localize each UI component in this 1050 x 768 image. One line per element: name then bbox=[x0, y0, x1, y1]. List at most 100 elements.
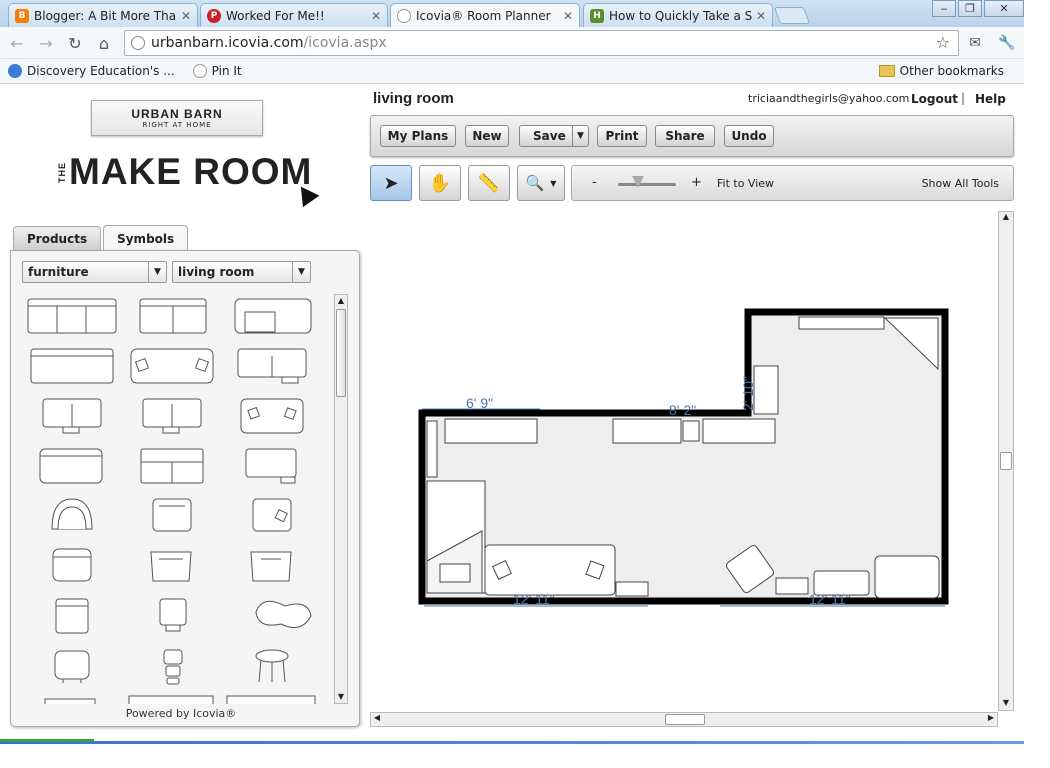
armchair-pillow-symbol[interactable] bbox=[252, 498, 292, 532]
url-input[interactable]: urbanbarn.icovia.com /icovia.aspx ☆ bbox=[124, 30, 959, 56]
sofa-two-seat-symbol[interactable] bbox=[139, 298, 207, 334]
sofa-long-symbol[interactable] bbox=[30, 348, 114, 384]
scroll-up-icon[interactable]: ▲ bbox=[335, 295, 347, 307]
logout-link[interactable]: Logout bbox=[911, 92, 958, 106]
zoom-slider-track[interactable] bbox=[618, 183, 676, 186]
sideboard-top[interactable] bbox=[444, 418, 538, 444]
zoom-in-button[interactable]: + bbox=[691, 175, 702, 190]
home-icon[interactable]: ⌂ bbox=[93, 32, 115, 54]
wall-shelf[interactable] bbox=[426, 420, 438, 478]
wingback-chair-symbol[interactable] bbox=[150, 551, 192, 582]
star-icon[interactable]: ☆ bbox=[936, 33, 950, 52]
zoom-out-button[interactable]: - bbox=[592, 175, 597, 190]
browser-tab-pinterest[interactable]: P Worked For Me!! ✕ bbox=[200, 3, 388, 27]
room-select[interactable]: living room ▼ bbox=[172, 261, 311, 283]
scroll-up-icon[interactable]: ▲ bbox=[999, 212, 1013, 224]
chevron-down-icon[interactable]: ▼ bbox=[572, 126, 588, 146]
chevron-down-icon[interactable]: ▼ bbox=[292, 262, 310, 282]
round-table-symbol[interactable] bbox=[255, 649, 289, 683]
sofa-arm-symbol[interactable] bbox=[39, 448, 103, 484]
zoom-tool-button[interactable]: 🔍 ▼ bbox=[517, 165, 565, 201]
square-cabinet[interactable] bbox=[874, 555, 940, 599]
forward-arrow-icon[interactable]: → bbox=[35, 32, 57, 54]
scroll-right-icon[interactable]: ▶ bbox=[985, 713, 997, 726]
browser-tab-blogger[interactable]: B Blogger: A Bit More Than A Jo ✕ bbox=[8, 3, 198, 27]
sofa-box-symbol[interactable] bbox=[140, 448, 204, 484]
gmail-icon[interactable]: ✉ bbox=[964, 32, 986, 54]
tab-products[interactable]: Products bbox=[13, 226, 102, 250]
show-all-tools-button[interactable]: Show All Tools bbox=[922, 177, 999, 190]
print-button[interactable]: Print bbox=[597, 125, 647, 147]
bookmark-pinit[interactable]: Pin It bbox=[192, 64, 242, 78]
scroll-thumb[interactable] bbox=[665, 714, 705, 725]
side-chair-wall[interactable] bbox=[753, 365, 779, 415]
fit-to-view-button[interactable]: Fit to View bbox=[717, 177, 774, 190]
minimize-button[interactable]: ‒ bbox=[932, 0, 956, 17]
other-bookmarks[interactable]: Other bookmarks bbox=[878, 64, 1004, 78]
console-table[interactable] bbox=[702, 418, 776, 444]
desk[interactable] bbox=[612, 418, 682, 444]
undo-button[interactable]: Undo bbox=[724, 125, 774, 147]
ottoman[interactable] bbox=[615, 581, 649, 597]
canvas-vertical-scrollbar[interactable]: ▲ ▼ bbox=[998, 211, 1014, 711]
window-close-button[interactable]: ✕ bbox=[984, 0, 1024, 17]
loveseat-small-symbol[interactable] bbox=[42, 398, 102, 434]
canvas-horizontal-scrollbar[interactable]: ◀ ▶ bbox=[370, 712, 998, 727]
close-icon[interactable]: ✕ bbox=[181, 9, 191, 23]
scroll-down-icon[interactable]: ▼ bbox=[335, 691, 347, 703]
small-chair-symbol[interactable] bbox=[159, 598, 187, 632]
category-select[interactable]: furniture ▼ bbox=[22, 261, 167, 283]
tab-symbols[interactable]: Symbols bbox=[103, 225, 189, 251]
club-chair-symbol[interactable] bbox=[52, 548, 92, 582]
browser-tab-wikihow[interactable]: H How to Quickly Take a Screen ✕ bbox=[583, 3, 773, 27]
bed-pillow[interactable] bbox=[439, 563, 471, 583]
new-tab-button[interactable] bbox=[773, 7, 811, 24]
loveseat-medium-symbol[interactable] bbox=[142, 398, 202, 434]
scroll-left-icon[interactable]: ◀ bbox=[371, 713, 383, 726]
chevron-down-icon[interactable]: ▼ bbox=[550, 179, 556, 188]
close-icon[interactable]: ✕ bbox=[563, 9, 573, 23]
sectional-sofa-symbol[interactable] bbox=[234, 298, 312, 334]
tub-chair-symbol[interactable] bbox=[51, 498, 93, 530]
back-arrow-icon[interactable]: ← bbox=[6, 32, 28, 54]
square-chair-symbol[interactable] bbox=[55, 598, 89, 634]
armchair-symbol[interactable] bbox=[152, 498, 192, 532]
floorplan-canvas[interactable]: 6' 9" 8' 2" 2' 10" 12' 11" 12' 11" bbox=[370, 211, 1000, 711]
lounge-chair-symbol[interactable] bbox=[54, 650, 90, 683]
powered-by-text[interactable]: Powered by Icovia® bbox=[11, 707, 351, 720]
symbol-list-scrollbar[interactable]: ▲ ▼ bbox=[334, 294, 348, 704]
scroll-thumb[interactable] bbox=[1000, 452, 1012, 470]
close-icon[interactable]: ✕ bbox=[371, 9, 381, 23]
pan-tool-button[interactable]: ✋ bbox=[419, 165, 461, 201]
close-icon[interactable]: ✕ bbox=[756, 9, 766, 23]
share-button[interactable]: Share bbox=[655, 125, 715, 147]
sofa-pillows-symbol[interactable] bbox=[130, 348, 214, 384]
urban-barn-logo[interactable]: URBAN BARN RIGHT AT HOME bbox=[91, 100, 263, 136]
room-title[interactable]: living room bbox=[373, 90, 454, 107]
maximize-button[interactable]: ❐ bbox=[958, 0, 982, 17]
reload-icon[interactable]: ↻ bbox=[64, 32, 86, 54]
chaise-symbol[interactable] bbox=[255, 600, 312, 629]
wrench-icon[interactable]: 🔧 bbox=[996, 32, 1018, 54]
side-table[interactable] bbox=[775, 577, 809, 595]
chevron-down-icon[interactable]: ▼ bbox=[148, 262, 166, 282]
loveseat-pillows-symbol[interactable] bbox=[240, 398, 304, 434]
stool-symbol[interactable] bbox=[163, 649, 183, 685]
new-button[interactable]: New bbox=[465, 125, 509, 147]
help-link[interactable]: Help bbox=[975, 92, 1006, 106]
desk-chair[interactable] bbox=[682, 420, 700, 442]
sofa-bench-symbol[interactable] bbox=[245, 448, 297, 484]
select-tool-button[interactable]: ➤ bbox=[370, 165, 412, 201]
my-plans-button[interactable]: My Plans bbox=[380, 125, 456, 147]
save-button[interactable]: Save ▼ bbox=[519, 125, 589, 147]
page-info-icon[interactable] bbox=[131, 36, 145, 50]
sofa-three-seat-symbol[interactable] bbox=[27, 298, 117, 334]
zoom-slider-thumb[interactable] bbox=[632, 176, 644, 188]
accent-chair-symbol[interactable] bbox=[250, 551, 292, 582]
scroll-down-icon[interactable]: ▼ bbox=[999, 698, 1013, 710]
scroll-thumb[interactable] bbox=[336, 309, 346, 397]
browser-tab-icovia[interactable]: Icovia® Room Planner ✕ bbox=[390, 3, 580, 28]
corner-tv-unit[interactable] bbox=[798, 316, 885, 330]
measure-tool-button[interactable]: 📏 bbox=[468, 165, 510, 201]
loveseat-symbol[interactable] bbox=[237, 348, 307, 384]
